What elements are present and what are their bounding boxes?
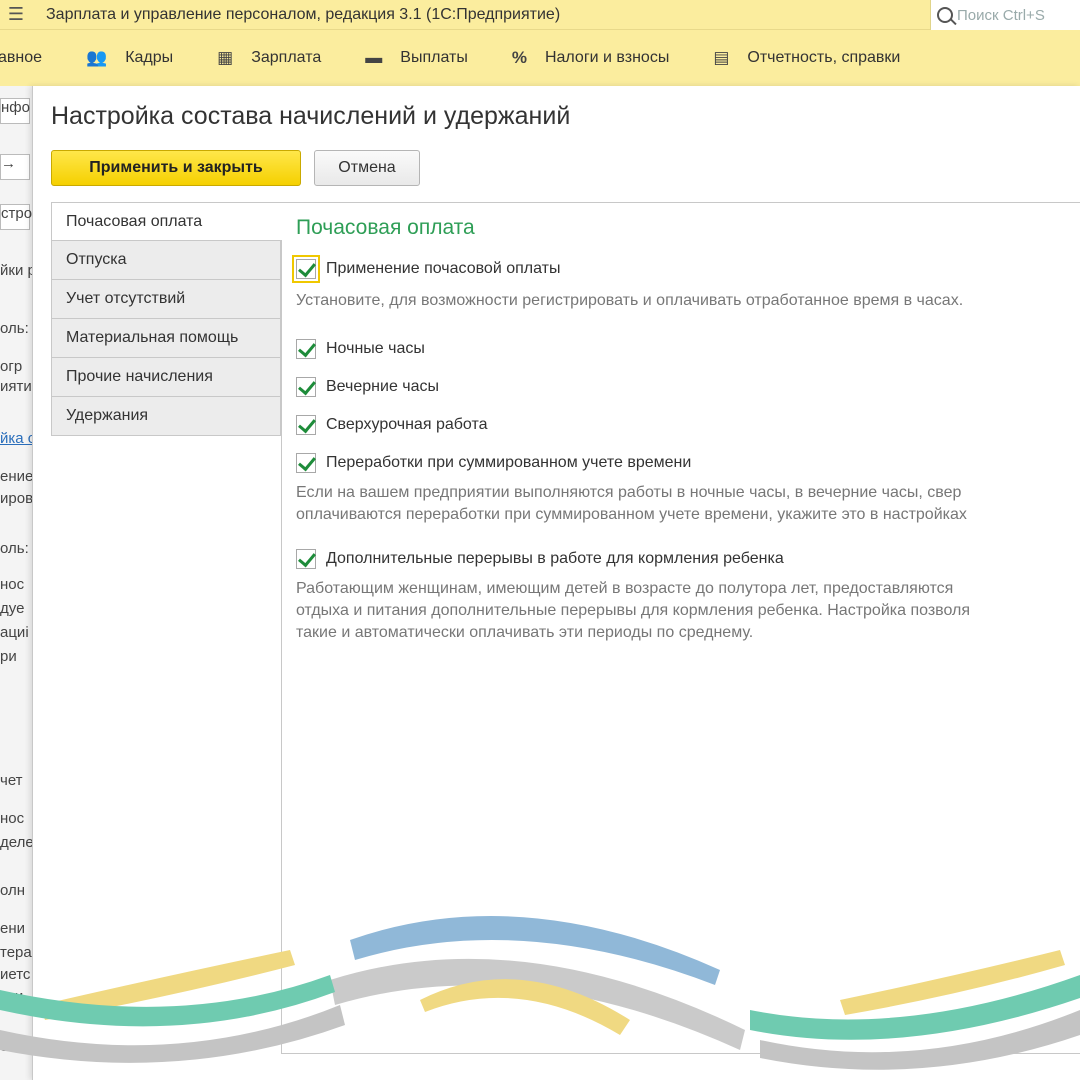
search-box[interactable]: Поиск Ctrl+S — [930, 0, 1080, 30]
background-nav-field: → — [0, 154, 30, 180]
cancel-button[interactable]: Отмена — [314, 150, 420, 186]
night-hours-checkbox[interactable] — [296, 339, 316, 359]
settings-dialog: Настройка состава начислений и удержаний… — [32, 86, 1080, 1080]
people-icon: 👥 — [86, 48, 108, 67]
tab-financial-aid[interactable]: Материальная помощь — [51, 319, 281, 358]
background-text: ение — [0, 468, 32, 485]
feeding-breaks-checkbox[interactable] — [296, 549, 316, 569]
options-hint-line-2: оплачиваются переработки при суммированн… — [296, 506, 967, 523]
wallet-icon: ▬ — [365, 48, 383, 67]
forward-arrow-icon: → — [1, 155, 16, 172]
feeding-hint-line-1: Работающим женщинам, имеющим детей в воз… — [296, 580, 954, 597]
section-payments-label: Выплаты — [400, 49, 468, 66]
hourly-pay-checkbox[interactable] — [292, 255, 320, 283]
background-text: ияти — [0, 378, 32, 395]
hamburger-menu-icon[interactable]: ☰ — [0, 4, 32, 25]
evening-hours-checkbox[interactable] — [296, 377, 316, 397]
section-reports-label: Отчетность, справки — [747, 49, 901, 66]
window-titlebar: ☰ Зарплата и управление персоналом, реда… — [0, 0, 1080, 30]
background-text: чет — [0, 772, 23, 789]
section-taxes[interactable]: % Налоги и взносы — [512, 48, 669, 68]
background-text: оль: — [0, 320, 29, 337]
section-personnel[interactable]: 👥 Кадры — [86, 48, 173, 68]
background-text: деле — [0, 834, 32, 851]
report-icon: ▤ — [713, 48, 730, 67]
section-salary-label: Зарплата — [251, 49, 322, 66]
pane-title: Почасовая оплата — [296, 216, 475, 239]
night-hours-label: Ночные часы — [326, 340, 425, 357]
dialog-title: Настройка состава начислений и удержаний — [51, 102, 571, 130]
background-text: дуе — [0, 600, 25, 617]
section-taxes-label: Налоги и взносы — [544, 49, 670, 66]
background-text: йки р — [0, 262, 32, 279]
overtime-checkbox[interactable] — [296, 415, 316, 435]
evening-hours-checkbox-row[interactable]: Вечерние часы — [296, 376, 1080, 398]
section-reports[interactable]: ▤ Отчетность, справки — [713, 48, 900, 68]
apply-and-close-button[interactable]: Применить и закрыть — [51, 150, 301, 186]
background-text: иров — [0, 490, 32, 507]
section-main[interactable]: авное — [0, 49, 42, 67]
summarized-overwork-checkbox-row[interactable]: Переработки при суммированном учете врем… — [296, 452, 1080, 474]
percent-icon: % — [511, 48, 527, 67]
background-link[interactable]: йка с — [0, 430, 32, 447]
background-text: нфо — [1, 99, 30, 116]
background-text: огр — [0, 358, 23, 375]
background-text: ациі — [0, 624, 29, 641]
section-main-label: авное — [0, 49, 43, 66]
window-title: Зарплата и управление персоналом, редакц… — [46, 5, 561, 23]
background-text: олн — [0, 1038, 26, 1055]
background-text: ри — [0, 648, 17, 665]
night-hours-checkbox-row[interactable]: Ночные часы — [296, 338, 1080, 360]
hourly-pay-checkbox-row[interactable]: Применение почасовой оплаты — [292, 255, 1080, 283]
background-window: нфо → стро йки р оль: огр ияти йка с ени… — [0, 86, 32, 1080]
feeding-breaks-checkbox-row[interactable]: Дополнительные перерывы в работе для кор… — [296, 548, 1080, 570]
section-salary[interactable]: ▦ Зарплата — [217, 48, 321, 68]
settings-tabs: Почасовая оплата Отпуска Учет отсутствий… — [51, 202, 282, 436]
feeding-breaks-label: Дополнительные перерывы в работе для кор… — [326, 550, 784, 567]
hourly-pay-pane: Почасовая оплата Применение почасовой оп… — [292, 216, 1080, 644]
background-text: оль: — [0, 540, 29, 557]
sections-bar: авное 👥 Кадры ▦ Зарплата ▬ Выплаты % Нал… — [0, 30, 1080, 86]
options-hint-line-1: Если на вашем предприятии выполняются ра… — [296, 484, 962, 501]
background-field: стро — [0, 204, 32, 230]
tab-deductions[interactable]: Удержания — [51, 397, 281, 436]
tab-hourly-pay[interactable]: Почасовая оплата — [51, 202, 282, 241]
summarized-overwork-checkbox[interactable] — [296, 453, 316, 473]
background-text: нос — [0, 576, 25, 593]
overtime-label: Сверхурочная работа — [326, 416, 488, 433]
background-field: нфо — [0, 98, 30, 124]
section-payments[interactable]: ▬ Выплаты — [365, 48, 468, 68]
evening-hours-label: Вечерние часы — [326, 378, 440, 395]
tab-other-accruals[interactable]: Прочие начисления — [51, 358, 281, 397]
hourly-pay-label: Применение почасовой оплаты — [326, 260, 561, 277]
summarized-overwork-label: Переработки при суммированном учете врем… — [326, 454, 692, 471]
search-icon — [937, 7, 953, 23]
background-text: ени — [0, 920, 26, 937]
background-text: стро — [1, 205, 32, 222]
section-personnel-label: Кадры — [125, 49, 174, 66]
feeding-hint-line-3: такие и автоматически оплачивать эти пер… — [296, 624, 754, 641]
overtime-checkbox-row[interactable]: Сверхурочная работа — [296, 414, 1080, 436]
feeding-hint-line-2: отдыха и питания дополнительные перерывы… — [296, 602, 971, 619]
background-text: нос — [0, 810, 25, 827]
hourly-pay-hint: Установите, для возможности регистрирова… — [296, 292, 964, 309]
tab-vacations[interactable]: Отпуска — [51, 241, 281, 280]
background-text: олн — [0, 882, 26, 899]
search-placeholder: Поиск Ctrl+S — [957, 6, 1045, 24]
calculator-icon: ▦ — [217, 48, 234, 67]
background-text: ати — [0, 988, 24, 1005]
background-text: тера — [0, 944, 32, 961]
background-text: иетс — [0, 966, 31, 983]
tab-absences[interactable]: Учет отсутствий — [51, 280, 281, 319]
